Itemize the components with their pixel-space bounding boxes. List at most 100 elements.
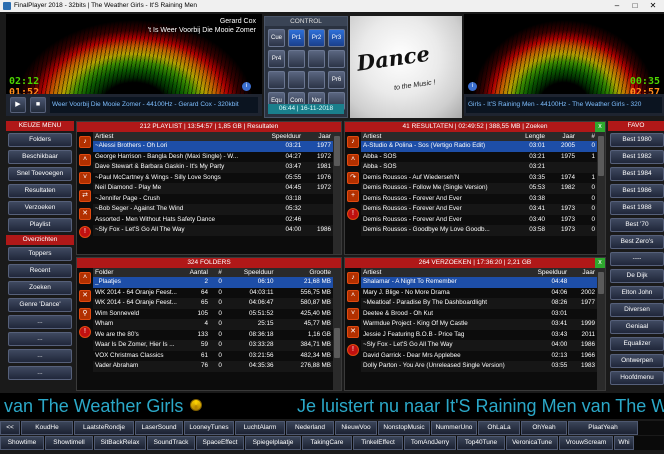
control-button-7[interactable] [328, 50, 345, 68]
info-icon[interactable]: i [468, 82, 477, 91]
table-row[interactable]: George Harrison - Bangla Desh (Maxi Sing… [93, 152, 333, 163]
right-menu-item[interactable]: Best 1986 [610, 184, 664, 198]
left-menu-item[interactable]: Verzoeken [8, 201, 72, 215]
sound-effect-button[interactable]: NieuwVoo [335, 421, 377, 435]
right-menu-item[interactable]: Elton John [610, 286, 664, 300]
left-menu-item[interactable]: ... [8, 332, 72, 346]
playlist-col-2[interactable]: Jaar [303, 132, 333, 141]
sound-effect-button[interactable]: PlaatYeah [568, 421, 638, 435]
music-note-icon[interactable]: ♪ [79, 136, 91, 148]
right-menu-item[interactable]: Hoofdmenu [610, 371, 664, 385]
sound-effect-button[interactable]: TomAndJerry [404, 436, 456, 450]
table-row[interactable]: Demis Roussos - Goodbye My Love Goodb...… [361, 225, 597, 236]
table-row[interactable]: ~Jennifer Page - Crush 03:18 [93, 194, 333, 205]
left-menu-item[interactable]: Folders [8, 133, 72, 147]
sound-effect-button[interactable]: Showtimell [45, 436, 93, 450]
requests-col-1[interactable]: Speelduur [535, 268, 569, 277]
music-note-icon[interactable]: ♪ [347, 272, 359, 284]
alert-icon[interactable]: ! [347, 208, 359, 220]
folders-col-1[interactable]: Aantal [184, 268, 210, 277]
alert-icon[interactable]: ! [79, 226, 91, 238]
right-menu-item[interactable]: Best '70 [610, 218, 664, 232]
folders-col-2[interactable]: # [210, 268, 224, 277]
right-menu-item[interactable]: Best 1984 [610, 167, 664, 181]
delete-icon[interactable]: ✕ [79, 208, 91, 220]
results-col-1[interactable]: Lengte [509, 132, 547, 141]
right-menu-item[interactable]: Best 1988 [610, 201, 664, 215]
left-menu-item[interactable]: Playlist [8, 218, 72, 232]
sound-effect-button[interactable]: LaatsteRondje [74, 421, 134, 435]
sound-effect-button[interactable]: VeronicaTune [506, 436, 558, 450]
folders-col-4[interactable]: Grootte [275, 268, 333, 277]
left-menu-item[interactable]: Snel Toevoegen [8, 167, 72, 181]
down-arrow-icon[interactable]: ˅ [79, 172, 91, 184]
right-menu-item[interactable]: Diversen [610, 303, 664, 317]
close-button[interactable]: ✕ [644, 0, 662, 12]
sound-effect-button[interactable]: Showtime [0, 436, 44, 450]
sound-effect-button[interactable]: VrouwScream [559, 436, 613, 450]
control-button-3[interactable]: Pr3 [328, 29, 345, 47]
sound-effect-button[interactable]: TakingCare [302, 436, 352, 450]
table-row[interactable]: Demis Roussos - Auf Wiederseh'N 03:35 1974… [361, 173, 597, 184]
table-row[interactable]: Mary J. Blige - No More Drama 04:06 2002 [361, 288, 597, 299]
delete-icon[interactable]: ✕ [79, 290, 91, 302]
table-row[interactable]: _Plaatjes 2 0 06:10 21,68 MB [93, 277, 333, 288]
requests-col-2[interactable]: Jaar [569, 268, 597, 277]
control-button-5[interactable] [288, 50, 305, 68]
right-menu-item[interactable]: Best 1980 [610, 133, 664, 147]
maximize-button[interactable]: □ [626, 0, 644, 12]
table-row[interactable]: WK 2014 - 64 Oranje Feest... 64 0 04:03:11 5… [93, 288, 333, 299]
table-row[interactable]: Demis Roussos - Follow Me (Single Versio… [361, 183, 597, 194]
folders-col-0[interactable]: Folder [93, 268, 184, 277]
play-button[interactable]: ▶ [10, 97, 26, 113]
table-row[interactable]: ~Meatloaf - Paradise By The Dashboardlig… [361, 298, 597, 309]
table-row[interactable]: Assorted - Men Without Hats Safety Dance… [93, 215, 333, 226]
minimize-button[interactable]: – [608, 0, 626, 12]
left-menu-item[interactable]: ... [8, 315, 72, 329]
control-button-11[interactable]: Pr6 [328, 71, 345, 89]
table-row[interactable]: Wim Sonneveld 105 0 05:51:52 425,40 MB [93, 309, 333, 320]
table-row[interactable]: We are the 80's 133 0 08:36:18 1,16 GB [93, 330, 333, 341]
right-menu-item[interactable]: Geniaal [610, 320, 664, 334]
table-row[interactable]: WK 2014 - 64 Oranje Feest... 65 0 04:06:47 5… [93, 298, 333, 309]
table-row[interactable]: Wham 4 0 25:15 45,77 MB [93, 319, 333, 330]
control-button-0[interactable]: Cue [268, 29, 285, 47]
sound-effect-button[interactable]: Whi [614, 436, 634, 450]
sound-effect-button[interactable]: LuchtAlarm [235, 421, 285, 435]
right-menu-item[interactable]: Best Zero's [610, 235, 664, 249]
sound-effect-button[interactable]: NonstopMusic [378, 421, 430, 435]
table-row[interactable]: Demis Roussos - Forever And Ever 03:40 197… [361, 215, 597, 226]
up-arrow-icon[interactable]: ˄ [79, 272, 91, 284]
sound-effect-button[interactable]: LaserSound [135, 421, 183, 435]
control-button-10[interactable] [308, 71, 325, 89]
sound-effect-button[interactable]: SoundTrack [147, 436, 195, 450]
control-button-2[interactable]: Pr2 [308, 29, 325, 47]
close-requests-button[interactable]: x [595, 258, 605, 268]
table-row[interactable]: Shalamar - A Night To Remember 04:48 [361, 277, 597, 288]
table-row[interactable]: ~Paul McCartney & Wings - Silly Love Son… [93, 173, 333, 184]
sound-effect-button[interactable]: SpaceEffect [196, 436, 244, 450]
table-row[interactable]: ~Sly Fox - Let'S Go All The Way 04:00 1986 [93, 225, 333, 236]
table-row[interactable]: Warmdue Project - King Of My Castle 03:41… [361, 319, 597, 330]
left-menu-item[interactable]: Resultaten [8, 184, 72, 198]
sound-effect-button[interactable]: LooneyTunes [184, 421, 234, 435]
delete-icon[interactable]: ✕ [347, 326, 359, 338]
alert-icon[interactable]: ! [79, 326, 91, 338]
up-arrow-icon[interactable]: ˄ [347, 154, 359, 166]
sound-effect-button[interactable]: NummerUno [431, 421, 477, 435]
sound-effect-button[interactable]: Spiegelplaatje [245, 436, 301, 450]
left-menu-item[interactable]: Genre 'Dance' [8, 298, 72, 312]
close-results-button[interactable]: x [595, 122, 605, 132]
sound-effect-button[interactable]: Top40Tune [457, 436, 505, 450]
sound-effect-button[interactable]: OhYeah [521, 421, 567, 435]
playlist-scrollbar[interactable] [333, 132, 341, 254]
up-arrow-icon[interactable]: ˄ [347, 290, 359, 302]
table-row[interactable]: A-Studio & Polina - Sos (Vertigo Radio E… [361, 141, 597, 152]
table-row[interactable]: Demis Roussos - Forever And Ever 03:38 0 [361, 194, 597, 205]
table-row[interactable]: Jessie J Featuring B.O.B - Price Tag 03:4… [361, 330, 597, 341]
search-icon[interactable]: ⚲ [79, 308, 91, 320]
sound-effect-button[interactable]: OhLaLa [478, 421, 520, 435]
left-menu-item[interactable]: Toppers [8, 247, 72, 261]
results-col-0[interactable]: Artiest [361, 132, 509, 141]
table-row[interactable]: David Garrick - Dear Mrs Applebee 02:13 19… [361, 351, 597, 362]
